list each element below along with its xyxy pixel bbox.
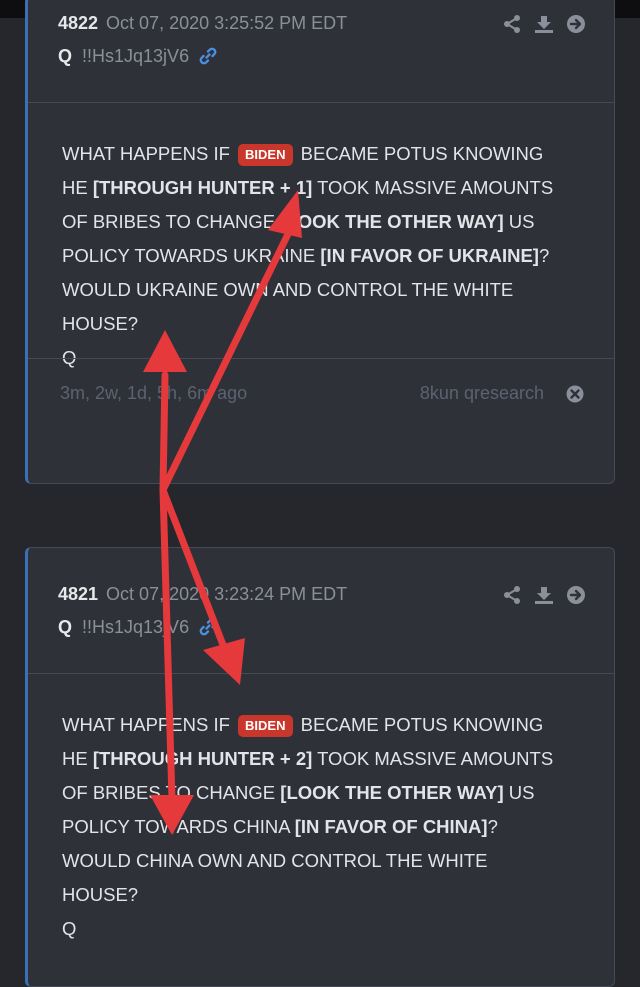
bold-text: [IN FAVOR OF CHINA] bbox=[294, 816, 488, 837]
post-line: WHAT HAPPENS IF BIDEN BECAME POTUS KNOWI… bbox=[62, 708, 584, 742]
post-line: OF BRIBES TO CHANGE [LOOK THE OTHER WAY]… bbox=[62, 776, 584, 810]
post-actions bbox=[502, 14, 586, 34]
share-icon[interactable] bbox=[502, 14, 522, 34]
biden-badge: BIDEN bbox=[238, 144, 293, 166]
post-body: WHAT HAPPENS IF BIDEN BECAME POTUS KNOWI… bbox=[28, 103, 614, 368]
post-age: 3m, 2w, 1d, 5h, 6m ago bbox=[60, 383, 248, 403]
bold-text: [THROUGH HUNTER + 1] bbox=[92, 177, 313, 198]
board-name[interactable]: 8kun qresearch bbox=[420, 383, 544, 404]
post-author: Q !!Hs1Jq13jV6 bbox=[58, 46, 217, 70]
bold-text: [LOOK THE OTHER WAY] bbox=[280, 782, 504, 803]
text: TOOK MASSIVE AMOUNTS bbox=[317, 177, 554, 198]
bold-text: [IN FAVOR OF UKRAINE] bbox=[320, 245, 539, 266]
text: HE bbox=[62, 748, 88, 769]
text: ? bbox=[487, 816, 498, 837]
share-icon[interactable] bbox=[502, 585, 522, 605]
post-line: HOUSE? bbox=[62, 884, 139, 905]
post-line: WHAT HAPPENS IF BIDEN BECAME POTUS KNOWI… bbox=[62, 137, 584, 171]
post-card-4821: 4821 Oct 07, 2020 3:23:24 PM EDT Q !!Hs1Jq… bbox=[25, 547, 615, 987]
post-number[interactable]: 4822 bbox=[58, 13, 98, 33]
post-author: Q !!Hs1Jq13jV6 bbox=[58, 617, 217, 641]
bold-text: [LOOK THE OTHER WAY] bbox=[280, 211, 504, 232]
post-signature: Q bbox=[62, 918, 77, 939]
tripcode: !!Hs1Jq13jV6 bbox=[82, 46, 190, 66]
post-header: 4822 Oct 07, 2020 3:25:52 PM EDT Q !!Hs1Jq… bbox=[28, 0, 614, 103]
post-line: HOUSE? bbox=[62, 313, 139, 334]
post-meta: 4822 Oct 07, 2020 3:25:52 PM EDT bbox=[58, 13, 347, 34]
post-line: POLICY TOWARDS UKRAINE [IN FAVOR OF UKRA… bbox=[62, 239, 584, 273]
link-icon[interactable] bbox=[199, 618, 217, 641]
post-footer: 3m, 2w, 1d, 5h, 6m ago 8kun qresearch bbox=[28, 358, 614, 429]
post-line: POLICY TOWARDS CHINA [IN FAVOR OF CHINA]… bbox=[62, 810, 584, 844]
download-icon[interactable] bbox=[534, 585, 554, 605]
text: US bbox=[508, 211, 535, 232]
text: BECAME POTUS KNOWING bbox=[300, 714, 544, 735]
text: WHAT HAPPENS IF bbox=[62, 143, 230, 164]
author-name: Q bbox=[58, 617, 73, 637]
link-icon[interactable] bbox=[199, 47, 217, 70]
tripcode: !!Hs1Jq13jV6 bbox=[82, 617, 190, 637]
goto-icon[interactable] bbox=[566, 585, 586, 605]
text: OF BRIBES TO CHANGE bbox=[62, 211, 276, 232]
text: WHAT HAPPENS IF bbox=[62, 714, 230, 735]
text: POLICY TOWARDS CHINA bbox=[62, 816, 290, 837]
goto-icon[interactable] bbox=[566, 14, 586, 34]
post-number[interactable]: 4821 bbox=[58, 584, 98, 604]
post-line: WOULD UKRAINE OWN AND CONTROL THE WHITE bbox=[62, 279, 514, 300]
post-card-4822: 4822 Oct 07, 2020 3:25:52 PM EDT Q !!Hs1Jq… bbox=[25, 0, 615, 484]
text: HE bbox=[62, 177, 88, 198]
text: BECAME POTUS KNOWING bbox=[300, 143, 544, 164]
text: US bbox=[508, 782, 535, 803]
post-body: WHAT HAPPENS IF BIDEN BECAME POTUS KNOWI… bbox=[28, 674, 614, 939]
post-header: 4821 Oct 07, 2020 3:23:24 PM EDT Q !!Hs1Jq… bbox=[28, 548, 614, 674]
post-date: Oct 07, 2020 3:25:52 PM EDT bbox=[106, 13, 348, 33]
post-date: Oct 07, 2020 3:23:24 PM EDT bbox=[106, 584, 348, 604]
post-actions bbox=[502, 585, 586, 605]
close-icon[interactable] bbox=[566, 385, 584, 408]
text: ? bbox=[538, 245, 550, 266]
post-line: HE [THROUGH HUNTER + 1] TOOK MASSIVE AMO… bbox=[62, 171, 584, 205]
download-icon[interactable] bbox=[534, 14, 554, 34]
post-line: OF BRIBES TO CHANGE [LOOK THE OTHER WAY]… bbox=[62, 205, 584, 239]
author-name: Q bbox=[58, 46, 73, 66]
text: POLICY TOWARDS UKRAINE bbox=[62, 245, 316, 266]
bold-text: [THROUGH HUNTER + 2] bbox=[92, 748, 313, 769]
text: OF BRIBES TO CHANGE bbox=[62, 782, 276, 803]
post-meta: 4821 Oct 07, 2020 3:23:24 PM EDT bbox=[58, 584, 347, 605]
text: TOOK MASSIVE AMOUNTS bbox=[317, 748, 554, 769]
post-line: WOULD CHINA OWN AND CONTROL THE WHITE bbox=[62, 850, 488, 871]
biden-badge: BIDEN bbox=[238, 715, 293, 737]
post-line: HE [THROUGH HUNTER + 2] TOOK MASSIVE AMO… bbox=[62, 742, 584, 776]
